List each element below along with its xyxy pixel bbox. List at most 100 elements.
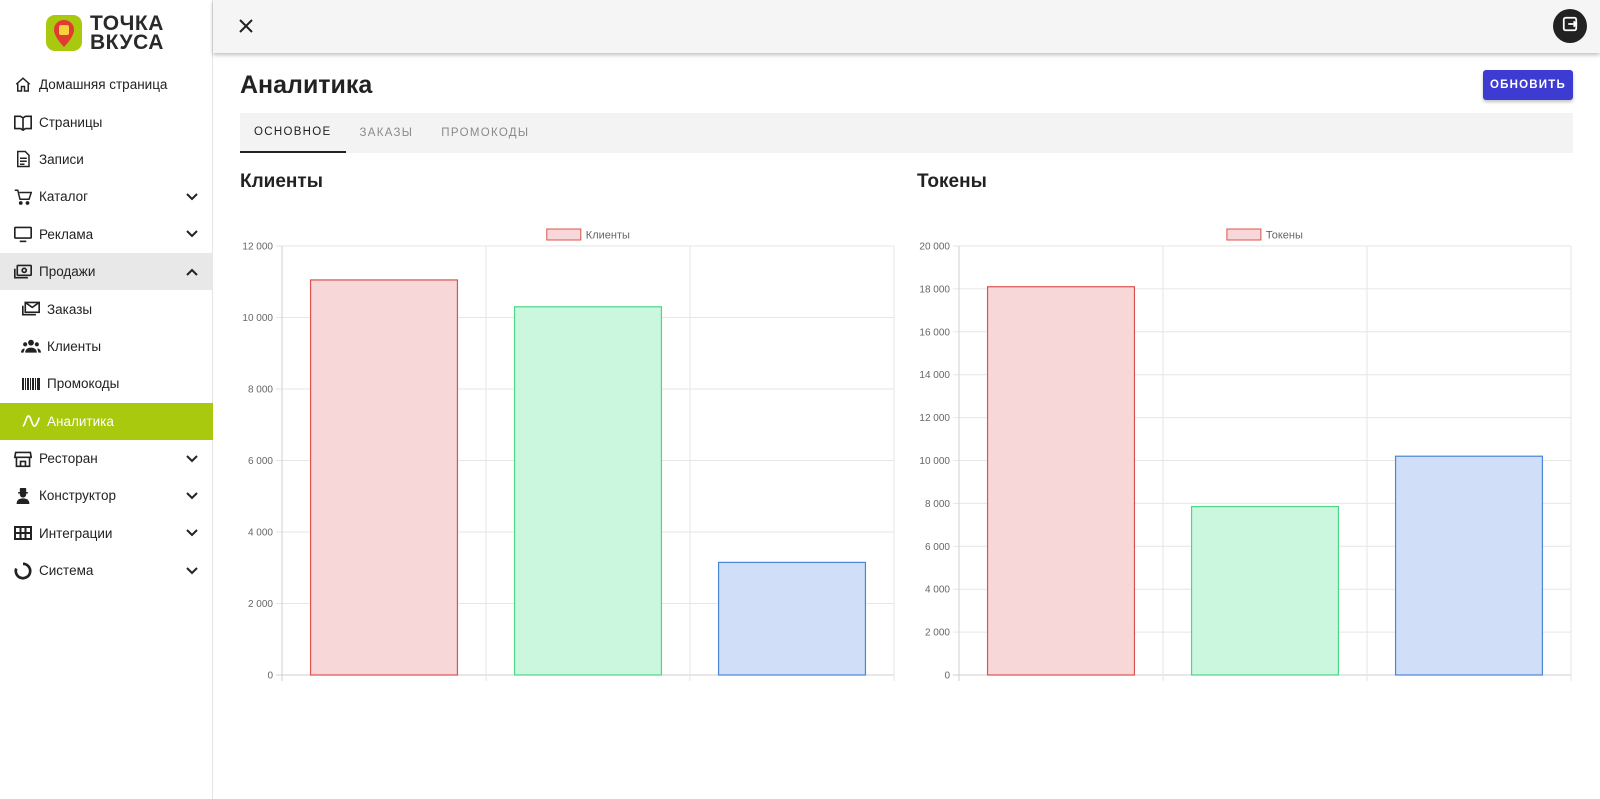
sidebar-item-system[interactable]: Система — [0, 552, 213, 589]
bar — [309, 279, 459, 676]
sidebar-item-label: Реклама — [39, 226, 94, 242]
sidebar-item-orders[interactable]: Заказы — [0, 290, 213, 327]
chevron-down-icon[interactable] — [185, 489, 199, 503]
legend: Клиенты — [546, 228, 630, 242]
sidebar-item-label: Интеграции — [39, 525, 113, 541]
book-icon — [13, 112, 33, 132]
circle-icon — [13, 561, 33, 581]
sidebar-item-label: Заказы — [47, 301, 93, 317]
page-title: Аналитика — [240, 71, 373, 99]
store-icon — [13, 449, 33, 469]
grid-icon — [13, 523, 33, 543]
sidebar-item-posts[interactable]: Записи — [0, 141, 213, 178]
barcode-icon — [21, 374, 41, 394]
y-tick-label: 4 000 — [248, 528, 273, 539]
y-tick-label: 12 000 — [242, 242, 273, 253]
sidebar-item-promocodes[interactable]: Промокоды — [0, 365, 213, 402]
legend-label: Клиенты — [586, 230, 630, 242]
tab-main[interactable]: ОСНОВНОЕ — [240, 113, 346, 153]
bar — [717, 561, 867, 676]
sidebar-item-label: Ресторан — [39, 451, 98, 467]
bar — [986, 286, 1136, 676]
exit-icon — [1562, 16, 1578, 37]
y-tick-label: 10 000 — [242, 313, 273, 324]
sidebar-item-sales[interactable]: Продажи — [0, 252, 213, 291]
sidebar-item-home[interactable]: Домашняя страница — [0, 66, 213, 103]
y-tick-label: 8 000 — [925, 499, 950, 510]
clients-chart: Клиенты 0 2 000 4 000 6 000 8 000 10 000 12 000… — [242, 228, 895, 682]
sidebar-item-label: Домашняя страница — [39, 77, 168, 93]
legend: Токены — [1226, 228, 1303, 242]
monitor-icon — [13, 224, 33, 244]
y-tick-label: 0 — [267, 671, 273, 682]
sidebar-item-clients[interactable]: Клиенты — [0, 328, 213, 365]
bar — [1394, 455, 1544, 676]
exit-button[interactable] — [1553, 9, 1587, 43]
legend-label: Токены — [1266, 230, 1303, 242]
logo[interactable]: ТОЧКА ВКУСА — [44, 12, 174, 54]
chevron-down-icon[interactable] — [185, 564, 199, 578]
bar — [1190, 506, 1340, 676]
sidebar-item-label: Записи — [39, 151, 84, 167]
legend-swatch — [1226, 228, 1262, 241]
sidebar-item-label: Продажи — [39, 264, 96, 280]
y-tick-label: 10 000 — [919, 456, 950, 467]
sidebar-item-pages[interactable]: Страницы — [0, 103, 213, 140]
tabs: ОСНОВНОЕ ЗАКАЗЫ ПРОМОКОДЫ — [240, 113, 1573, 153]
sidebar-item-integrations[interactable]: Интеграции — [0, 515, 213, 552]
y-tick-label: 6 000 — [925, 542, 950, 553]
sidebar-item-label: Страницы — [39, 114, 103, 130]
people-icon — [21, 336, 41, 356]
cart-icon — [13, 187, 33, 207]
sidebar-item-ads[interactable]: Реклама — [0, 216, 213, 253]
refresh-button[interactable]: ОБНОВИТЬ — [1483, 70, 1573, 100]
chevron-down-icon[interactable] — [185, 452, 199, 466]
tab-orders[interactable]: ЗАКАЗЫ — [346, 113, 428, 153]
tab-promocodes[interactable]: ПРОМОКОДЫ — [427, 113, 543, 153]
sidebar-item-label: Каталог — [39, 189, 89, 205]
y-tick-label: 14 000 — [919, 370, 950, 381]
y-tick-label: 6 000 — [248, 456, 273, 467]
mail-icon — [21, 299, 41, 319]
y-tick-label: 2 000 — [925, 628, 950, 639]
y-tick-label: 18 000 — [919, 284, 950, 295]
y-tick-label: 2 000 — [248, 599, 273, 610]
sidebar-item-label: Аналитика — [47, 413, 114, 429]
bar — [513, 306, 663, 676]
y-tick-label: 8 000 — [248, 385, 273, 396]
legend-swatch — [546, 228, 582, 241]
clients-panel: Клиенты Клиенты 0 2 000 4 000 6 000 8 000 10 0… — [240, 171, 896, 682]
sidebar-item-catalog[interactable]: Каталог — [0, 178, 213, 215]
chevron-up-icon[interactable] — [185, 265, 199, 279]
sidebar: ТОЧКА ВКУСА Домашняя страница Страницы З… — [0, 0, 213, 799]
y-tick-label: 0 — [944, 671, 950, 682]
wave-icon — [21, 411, 41, 431]
chevron-down-icon[interactable] — [185, 227, 199, 241]
panel-title: Клиенты — [240, 171, 323, 192]
y-tick-label: 4 000 — [925, 585, 950, 596]
sidebar-nav: Домашняя страница Страницы Записи Катало… — [0, 66, 213, 589]
logo-text: ТОЧКА ВКУСА — [90, 13, 164, 54]
logo-pin-icon — [44, 13, 84, 53]
sidebar-item-label: Конструктор — [39, 488, 116, 504]
y-tick-label: 20 000 — [919, 242, 950, 253]
sidebar-item-restaurant[interactable]: Ресторан — [0, 440, 213, 477]
money-icon — [13, 262, 33, 282]
close-icon[interactable] — [237, 17, 255, 35]
panel-title: Токены — [917, 171, 987, 192]
sidebar-item-analytics[interactable]: Аналитика — [0, 402, 213, 440]
tokens-panel: Токены Токены 0 2 000 4 000 6 000 8 000 10 000… — [917, 171, 1573, 682]
person-icon — [13, 486, 33, 506]
home-icon — [13, 75, 33, 95]
sidebar-item-label: Клиенты — [47, 338, 102, 354]
sidebar-item-constructor[interactable]: Конструктор — [0, 477, 213, 514]
sidebar-item-label: Система — [39, 563, 94, 579]
main-content: Аналитика ОБНОВИТЬ ОСНОВНОЕ ЗАКАЗЫ ПРОМО… — [213, 53, 1600, 799]
top-bar — [213, 0, 1600, 53]
document-icon — [13, 149, 33, 169]
y-tick-label: 16 000 — [919, 327, 950, 338]
logo-line-2: ВКУСА — [90, 31, 164, 54]
chevron-down-icon[interactable] — [185, 190, 199, 204]
tokens-chart: Токены 0 2 000 4 000 6 000 8 000 10 000 12 000 1… — [919, 228, 1572, 682]
chevron-down-icon[interactable] — [185, 526, 199, 540]
